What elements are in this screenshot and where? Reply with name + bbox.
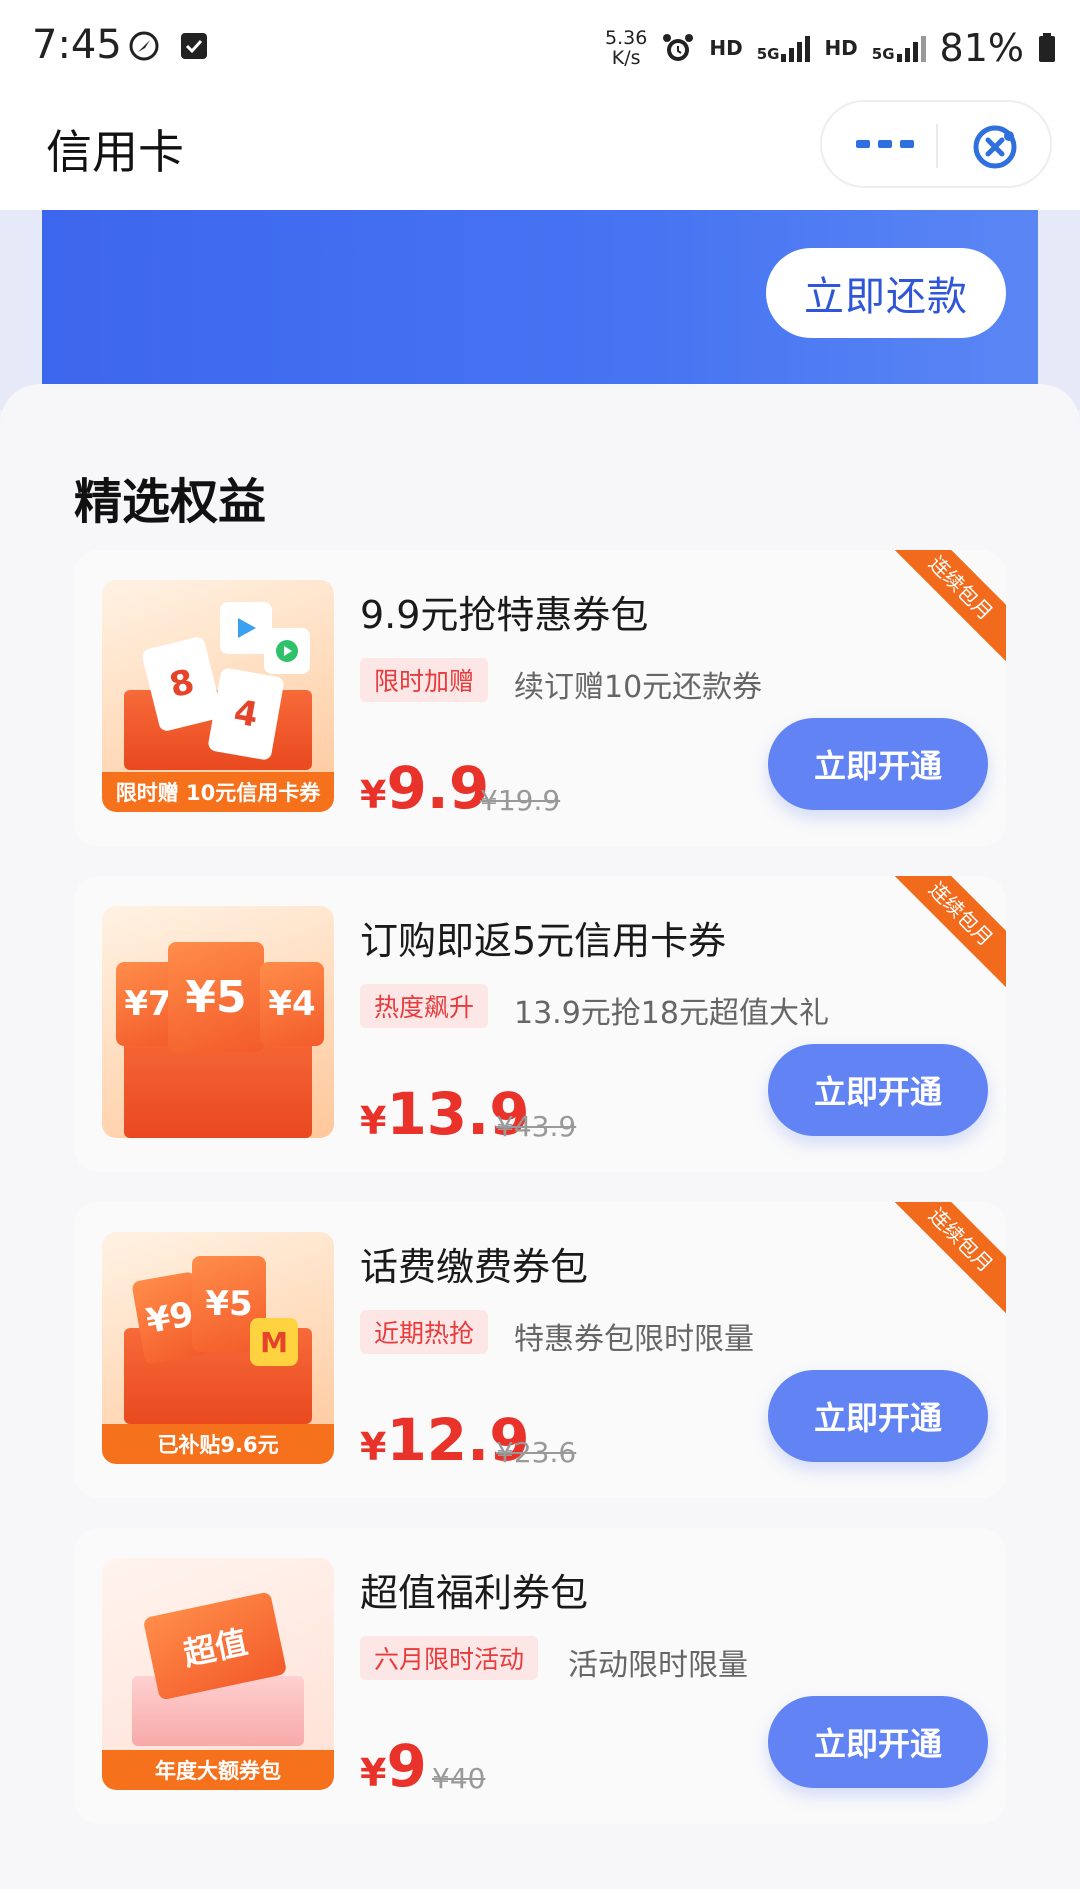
card-subtitle: 特惠券包限时限量	[514, 1322, 754, 1357]
original-price: ¥23.6	[496, 1436, 577, 1469]
coupon-4-image: ¥4	[260, 962, 324, 1046]
benefit-card[interactable]: 连续包月 ¥7 ¥5 ¥4 订购即返5元信用卡券 热度飙升 13.9元抢18元超…	[74, 876, 1006, 1172]
benefit-card[interactable]: 连续包月 ¥9 ¥5 M 已补贴9.6元 话费缴费券包 近期热抢 特惠券包限时限…	[74, 1202, 1006, 1498]
current-price: ¥9	[360, 1732, 427, 1800]
thumb-label: 已补贴9.6元	[102, 1424, 334, 1464]
banner-side-right	[1038, 210, 1080, 410]
credit-coupon-5-image: ¥5	[168, 942, 264, 1052]
activate-button[interactable]: 立即开通	[768, 1044, 988, 1136]
activate-button[interactable]: 立即开通	[768, 1696, 988, 1788]
signal-icon-2	[896, 34, 926, 62]
promo-tag: 六月限时活动	[360, 1636, 539, 1680]
card-title: 9.9元抢特惠券包	[360, 593, 649, 637]
battery-level: 81%	[939, 26, 1024, 70]
status-time: 7:45	[32, 22, 122, 68]
promo-tag: 近期热抢	[360, 1310, 489, 1354]
current-price: ¥9.9	[360, 754, 490, 822]
nav-bar: 信用卡	[0, 96, 1080, 210]
monthly-ribbon: 连续包月	[886, 876, 1006, 989]
banner-side-left	[0, 210, 42, 410]
navigation-icon	[129, 31, 159, 61]
card-subtitle: 活动限时限量	[568, 1648, 748, 1683]
hd-indicator: HD	[709, 36, 743, 60]
coupon-pack-image: ¥7 ¥5 ¥4	[102, 906, 334, 1138]
promo-tag: 热度飙升	[360, 984, 489, 1028]
alarm-icon	[663, 34, 694, 61]
original-price: ¥19.9	[480, 784, 561, 817]
more-icon[interactable]	[856, 140, 914, 148]
checkbox-icon	[181, 33, 207, 59]
benefit-card[interactable]: 超值 年度大额券包 超值福利券包 六月限时活动 活动限时限量 ¥9 ¥40 立即…	[74, 1528, 1006, 1824]
activate-button[interactable]: 立即开通	[768, 1370, 988, 1462]
capsule-divider	[936, 124, 938, 168]
card-title: 超值福利券包	[360, 1571, 589, 1615]
activate-button[interactable]: 立即开通	[768, 718, 988, 810]
repay-now-button[interactable]: 立即还款	[766, 248, 1006, 338]
thumb-label: 限时赠 10元信用卡券	[102, 772, 334, 812]
iqiyi-logo-icon	[264, 628, 310, 674]
network-speed: 5.36 K/s	[605, 27, 648, 69]
original-price: ¥40	[432, 1762, 486, 1795]
thumb-label: 年度大额券包	[102, 1750, 334, 1790]
card-title: 话费缴费券包	[360, 1245, 589, 1289]
mini-program-close-icon[interactable]	[970, 122, 1020, 172]
original-price: ¥43.9	[496, 1110, 577, 1143]
battery-icon	[1039, 33, 1055, 62]
coupon-pack-image: 超值 年度大额券包	[102, 1558, 334, 1790]
meituan-logo-icon: M	[250, 1318, 298, 1366]
status-bar: 7:45 5.36 K/s HD 5G HD 5G 81%	[0, 0, 1080, 96]
coupon-pack-image: ¥9 ¥5 M 已补贴9.6元	[102, 1232, 334, 1464]
network-type-2: 5G	[871, 45, 895, 63]
hd-indicator-2: HD	[824, 36, 858, 60]
promo-tag: 限时加赠	[360, 658, 489, 702]
monthly-ribbon: 连续包月	[886, 550, 1006, 663]
benefit-card[interactable]: 连续包月 8 4 限时赠 10元信用卡券 9.9元抢特惠券包 限时加赠 续订赠1…	[74, 550, 1006, 846]
signal-icon	[781, 34, 811, 62]
monthly-ribbon: 连续包月	[886, 1202, 1006, 1315]
mini-program-capsule	[820, 100, 1052, 188]
page-title: 信用卡	[46, 125, 184, 179]
section-title: 精选权益	[74, 474, 267, 530]
coupon-pack-image: 8 4 限时赠 10元信用卡券	[102, 580, 334, 812]
card-subtitle: 13.9元抢18元超值大礼	[514, 996, 829, 1031]
card-title: 订购即返5元信用卡券	[360, 919, 727, 963]
network-type: 5G	[756, 45, 780, 63]
card-subtitle: 续订赠10元还款券	[514, 670, 763, 705]
